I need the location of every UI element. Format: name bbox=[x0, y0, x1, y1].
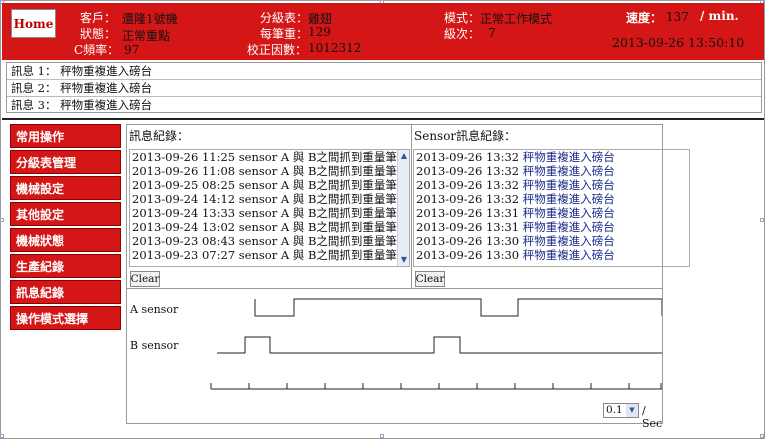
message-label: 訊息 2： bbox=[11, 81, 57, 95]
list-item[interactable]: 2013-09-26 13:32 秤物重複進入磅台 bbox=[414, 192, 689, 206]
message-log-title: 訊息紀錄： bbox=[129, 129, 190, 143]
list-item[interactable]: 2013-09-26 13:32 秤物重複進入磅台 bbox=[414, 178, 689, 192]
list-item[interactable]: 2013-09-23 07:27 sensor A 與 B之間抓到重量筆數過少 bbox=[130, 248, 409, 262]
status-value: 正常重點 bbox=[122, 29, 171, 43]
list-item[interactable]: 2013-09-24 13:33 sensor A 與 B之間抓到重量筆數過少 bbox=[130, 206, 409, 220]
sidebar-item-production-records[interactable]: 生產紀錄 bbox=[10, 254, 121, 278]
sidebar-item-grade-table-management[interactable]: 分級表管理 bbox=[10, 150, 121, 174]
scroll-up-icon[interactable]: ▲ bbox=[398, 150, 409, 162]
scroll-down-icon[interactable]: ▼ bbox=[398, 254, 409, 266]
speed-value: 137 bbox=[666, 10, 689, 24]
calib-value: 1012312 bbox=[308, 41, 362, 55]
sensor-a-waveform bbox=[254, 298, 662, 317]
interval-select[interactable]: 0.1 ▼ bbox=[603, 403, 639, 418]
message-log-list[interactable]: 2013-09-26 11:25 sensor A 與 B之間抓到重量筆數過少 … bbox=[129, 149, 410, 267]
speed-unit: / min. bbox=[700, 9, 739, 23]
sensor-b-waveform bbox=[217, 336, 662, 354]
level-label: 級次： bbox=[444, 27, 481, 41]
divider bbox=[2, 118, 764, 120]
resize-handle[interactable] bbox=[760, 434, 764, 438]
list-item[interactable]: 2013-09-24 14:12 sensor A 與 B之間抓到重量筆數過少 bbox=[130, 192, 409, 206]
list-item[interactable]: 2013-09-26 13:31 秤物重複進入磅台 bbox=[414, 220, 689, 234]
cfreq-value: 97 bbox=[124, 43, 140, 57]
resize-handle[interactable] bbox=[760, 218, 764, 222]
message-line: 訊息 2： 秤物重複進入磅台 bbox=[7, 80, 761, 97]
list-item[interactable]: 2013-09-26 13:32 秤物重複進入磅台 bbox=[414, 164, 689, 178]
sidebar-item-machine-settings[interactable]: 機械設定 bbox=[10, 176, 121, 200]
status-label: 狀態： bbox=[80, 27, 117, 41]
message-label: 訊息 3： bbox=[11, 98, 57, 112]
level-value: 7 bbox=[488, 26, 496, 40]
sidebar-item-common-operations[interactable]: 常用操作 bbox=[10, 124, 121, 148]
sensor-log-list[interactable]: 2013-09-26 13:32 秤物重複進入磅台 2013-09-26 13:… bbox=[413, 149, 690, 267]
datetime-display: 2013-09-26 13:50:10 bbox=[612, 35, 745, 50]
sidebar-nav: 常用操作 分級表管理 機械設定 其他設定 機械狀態 生產紀錄 訊息紀錄 操作模式… bbox=[10, 124, 121, 332]
resize-handle[interactable] bbox=[0, 218, 4, 222]
status-header: Home 客戶： 還隆1號機 狀態： 正常重點 C頻率： 97 分級表： 雞翅 … bbox=[2, 3, 764, 60]
message-text: 秤物重複進入磅台 bbox=[60, 81, 153, 95]
customer-label: 客戶： bbox=[80, 11, 117, 25]
clear-button[interactable]: Clear bbox=[130, 271, 160, 287]
sidebar-item-machine-status[interactable]: 機械狀態 bbox=[10, 228, 121, 252]
time-axis-ticks bbox=[210, 383, 662, 389]
mode-label: 模式： bbox=[444, 11, 481, 25]
interval-unit: / Sec bbox=[642, 404, 663, 430]
calib-label: 校正因數： bbox=[247, 43, 308, 57]
list-item[interactable]: 2013-09-23 08:43 sensor A 與 B之間抓到重量筆數過少 bbox=[130, 234, 409, 248]
message-line: 訊息 1： 秤物重複進入磅台 bbox=[7, 63, 761, 80]
sidebar-item-operation-mode[interactable]: 操作模式選擇 bbox=[10, 306, 121, 330]
message-log-panel: 訊息紀錄： 2013-09-26 11:25 sensor A 與 B之間抓到重… bbox=[127, 125, 412, 289]
list-item[interactable]: 2013-09-26 11:25 sensor A 與 B之間抓到重量筆數過少 bbox=[130, 150, 409, 164]
list-item[interactable]: 2013-09-26 13:32 秤物重複進入磅台 bbox=[414, 150, 689, 164]
per-count-label: 每筆重： bbox=[260, 27, 309, 41]
list-item[interactable]: 2013-09-26 11:08 sensor A 與 B之間抓到重量筆數過少 bbox=[130, 164, 409, 178]
sensor-log-title: Sensor訊息紀錄： bbox=[414, 129, 517, 143]
speed-label: 速度： bbox=[626, 11, 663, 25]
list-item[interactable]: 2013-09-25 08:25 sensor A 與 B之間抓到重量筆數過少 bbox=[130, 178, 409, 192]
chevron-down-icon[interactable]: ▼ bbox=[626, 404, 638, 417]
home-button[interactable]: Home bbox=[11, 9, 56, 38]
timing-diagram bbox=[210, 298, 662, 390]
message-text: 秤物重複進入磅台 bbox=[60, 98, 153, 112]
scrollbar[interactable]: ▲ ▼ bbox=[397, 150, 409, 266]
sensor-log-panel: Sensor訊息紀錄： 2013-09-26 13:32 秤物重複進入磅台 20… bbox=[412, 125, 690, 289]
message-box: 訊息 1： 秤物重複進入磅台 訊息 2： 秤物重複進入磅台 訊息 3： 秤物重複… bbox=[6, 62, 762, 113]
resize-handle[interactable] bbox=[380, 434, 384, 438]
sidebar-item-other-settings[interactable]: 其他設定 bbox=[10, 202, 121, 226]
resize-handle[interactable] bbox=[0, 434, 4, 438]
list-item[interactable]: 2013-09-26 13:30 秤物重複進入磅台 bbox=[414, 234, 689, 248]
clear-button[interactable]: Clear bbox=[415, 271, 445, 287]
main-panel: 訊息紀錄： 2013-09-26 11:25 sensor A 與 B之間抓到重… bbox=[126, 124, 690, 430]
customer-value: 還隆1號機 bbox=[122, 12, 178, 26]
cfreq-label: C頻率： bbox=[74, 43, 120, 57]
mode-value: 正常工作模式 bbox=[480, 12, 553, 26]
list-item[interactable]: 2013-09-24 13:02 sensor A 與 B之間抓到重量筆數過少 bbox=[130, 220, 409, 234]
sidebar-item-message-records[interactable]: 訊息紀錄 bbox=[10, 280, 121, 304]
list-item[interactable]: 2013-09-26 13:30 秤物重複進入磅台 bbox=[414, 248, 689, 262]
list-item[interactable]: 2013-09-26 13:31 秤物重複進入磅台 bbox=[414, 206, 689, 220]
grade-table-label: 分級表： bbox=[260, 11, 309, 25]
per-count-value: 129 bbox=[308, 25, 331, 39]
message-line: 訊息 3： 秤物重複進入磅台 bbox=[7, 97, 761, 114]
message-text: 秤物重複進入磅台 bbox=[60, 64, 153, 78]
message-label: 訊息 1： bbox=[11, 64, 57, 78]
interval-value: 0.1 bbox=[606, 404, 623, 416]
